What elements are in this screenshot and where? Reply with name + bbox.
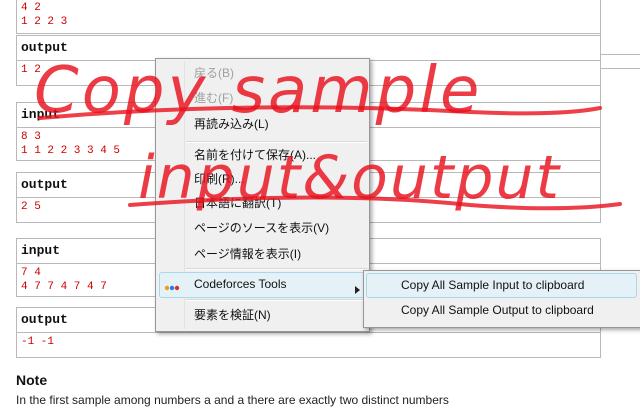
menu-item-print[interactable]: 印刷(R)... <box>194 170 245 188</box>
sidebar-box-lower <box>600 68 640 199</box>
menu-item-page-info[interactable]: ページ情報を表示(I) <box>194 245 301 263</box>
submenu-arrow-icon <box>355 281 361 294</box>
menu-separator <box>186 141 367 143</box>
sidebar-box-top <box>600 0 640 55</box>
copy-sample-input-item[interactable]: Copy All Sample Input to clipboard <box>401 274 584 296</box>
menu-item-codeforces-tools[interactable]: Codeforces Tools <box>194 275 287 293</box>
sample-1-input-line-2: 1 2 2 3 <box>21 16 68 28</box>
sample-1-input-body: 4 2 1 2 2 3 <box>17 0 600 31</box>
sample-3-output-body: -1 -1 <box>17 333 600 357</box>
menu-separator <box>186 268 367 270</box>
codeforces-submenu: Copy All Sample Input to clipboard Copy … <box>363 270 640 328</box>
menu-item-back[interactable]: 戻る(B) <box>194 64 234 82</box>
menu-item-translate[interactable]: 日本語に翻訳(T) <box>194 194 281 212</box>
note-text: In the first sample among numbers a and … <box>16 393 449 407</box>
menu-separator <box>186 299 367 301</box>
menu-item-forward[interactable]: 進む(F) <box>194 89 233 107</box>
sample-3-output-line-1: -1 -1 <box>21 336 55 348</box>
menu-item-inspect[interactable]: 要素を検証(N) <box>194 306 271 324</box>
copy-sample-output-item[interactable]: Copy All Sample Output to clipboard <box>401 299 594 321</box>
menu-item-save-as[interactable]: 名前を付けて保存(A)... <box>194 146 316 164</box>
menu-item-view-source[interactable]: ページのソースを表示(V) <box>194 219 329 237</box>
context-menu: 戻る(B) 進む(F) 再読み込み(L) 名前を付けて保存(A)... 印刷(R… <box>155 58 370 332</box>
menu-item-reload[interactable]: 再読み込み(L) <box>194 115 269 133</box>
note-title: Note <box>16 372 48 388</box>
sample-1-input-line-1: 4 2 <box>21 2 41 14</box>
sample-1-input: 4 2 1 2 2 3 <box>16 0 601 34</box>
codeforces-icon <box>164 280 180 291</box>
